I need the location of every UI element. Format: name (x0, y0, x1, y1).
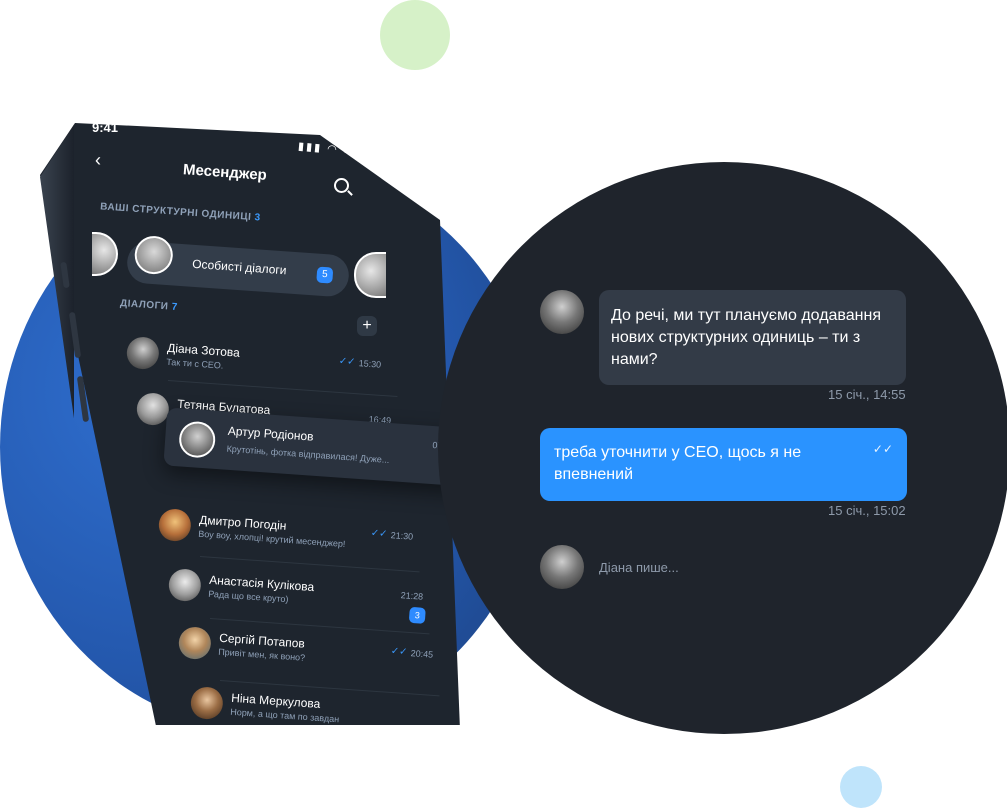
avatar (540, 290, 584, 334)
read-check-icon: ✓✓ (338, 355, 356, 368)
dialog-time: 15:30 (358, 358, 382, 370)
phone-frame-edge (40, 123, 74, 705)
promo-stage: 9:41 ▮▮▮ ◠ ▭ ‹ Месенджер ВАШІ СТРУКТУРНІ… (0, 0, 1007, 808)
avatar (167, 568, 202, 603)
dialog-time: 21:30 (390, 530, 414, 542)
dialog-preview: Крутотінь, фотка відправилася! Дуже... (226, 443, 390, 466)
new-dialog-button[interactable]: + (357, 316, 377, 336)
unread-badge: 5 (316, 266, 334, 284)
decor-circle-light-blue (840, 766, 882, 808)
avatar (157, 508, 192, 543)
incoming-message-bubble[interactable]: До речі, ми тут плануємо додавання нових… (599, 290, 906, 385)
avatar (135, 392, 170, 427)
outgoing-message-text: треба уточнити у CEO, щось я не впевнени… (554, 444, 802, 483)
read-check-icon: ✓✓ (370, 527, 388, 540)
personal-dialogs-label: Особисті діалоги (191, 256, 287, 278)
dialog-preview: Норм, а що там по завдан (229, 706, 340, 725)
dialog-name: Артур Родіонов (227, 423, 315, 444)
avatar (177, 626, 212, 661)
read-check-icon: ✓✓ (390, 645, 408, 658)
typing-indicator: Діана пише... (599, 560, 679, 575)
incoming-message-text: До речі, ми тут плануємо додавання нових… (611, 307, 881, 368)
outgoing-message-timestamp: 15 січ., 15:02 (828, 503, 906, 518)
avatar (178, 420, 217, 459)
status-time: 9:41 (92, 120, 119, 135)
read-check-icon: ✓✓ (872, 442, 893, 456)
dialog-preview: Так ти с CEO. (165, 356, 224, 371)
outgoing-message-bubble[interactable]: треба уточнити у CEO, щось я не впевнени… (540, 428, 907, 501)
avatar (189, 686, 224, 721)
avatar (540, 545, 584, 589)
dialog-time: 21:28 (400, 590, 424, 602)
dialog-time: 20:45 (410, 648, 434, 660)
avatar (125, 336, 160, 371)
units-section-count: 3 (254, 212, 262, 224)
back-icon[interactable]: ‹ (95, 150, 101, 171)
dialogs-section-count: 7 (171, 301, 179, 314)
bottom-fade (120, 725, 560, 808)
search-icon[interactable] (334, 178, 349, 193)
unread-badge: 3 (408, 606, 426, 624)
incoming-message-timestamp: 15 січ., 14:55 (828, 387, 906, 402)
